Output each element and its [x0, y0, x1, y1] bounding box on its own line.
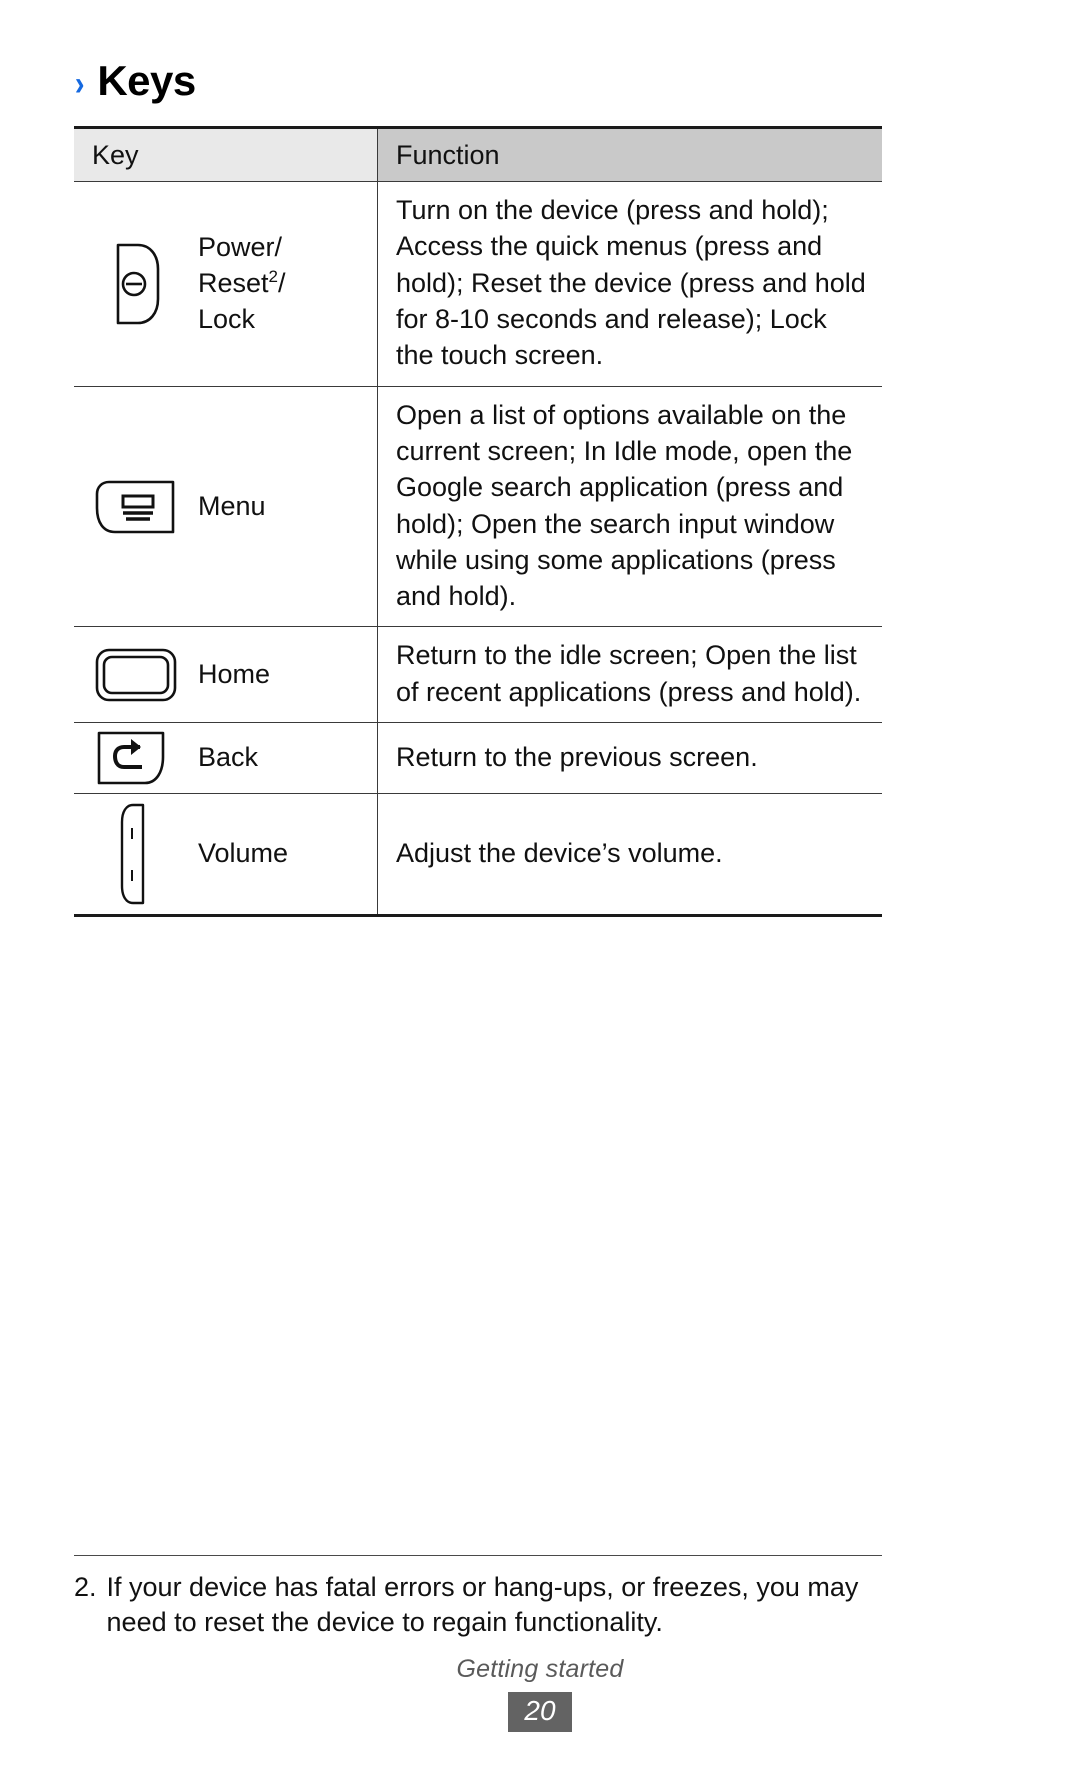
function-cell: Return to the idle screen; Open the list… [377, 626, 882, 724]
function-cell: Return to the previous screen. [377, 722, 882, 795]
key-label: Home [198, 658, 271, 689]
footnote-number: 2. [74, 1572, 97, 1602]
key-label: Volume [198, 838, 289, 869]
function-cell: Adjust the device’s volume. [377, 793, 882, 918]
key-label: Back [198, 742, 259, 773]
key-cell: Menu [74, 386, 378, 628]
home-key-icon [74, 646, 198, 704]
back-key-icon [74, 729, 198, 787]
chevron-right-icon: › [74, 65, 85, 103]
column-header-function: Function [377, 126, 882, 182]
page-footer: Getting started 20 [0, 1655, 1080, 1733]
key-label-line2: Reset [198, 267, 269, 298]
keys-table: Key Function Power/ Reset2/ Lock Turn on… [74, 126, 882, 918]
table-header-row: Key Function [74, 126, 882, 182]
key-cell: Back [74, 722, 378, 795]
key-label: Menu [198, 490, 266, 521]
footer-section-title: Getting started [456, 1655, 624, 1683]
key-cell: Power/ Reset2/ Lock [74, 181, 378, 387]
column-header-key: Key [74, 126, 378, 182]
volume-key-icon [74, 802, 198, 906]
table-row: Power/ Reset2/ Lock Turn on the device (… [74, 181, 882, 387]
function-cell: Open a list of options available on the … [377, 386, 882, 628]
footnote: 2. If your device has fatal errors or ha… [74, 1570, 894, 1640]
key-label-line3: Lock [198, 303, 256, 334]
page-title: Keys [97, 57, 196, 104]
key-cell: Home [74, 626, 378, 724]
menu-key-icon [74, 478, 198, 536]
footnote-divider [74, 1555, 882, 1556]
document-page: › Keys Key Function Power/ Reset2/ Lock … [0, 0, 1080, 1771]
key-label: Power/ Reset2/ Lock [198, 230, 286, 338]
footnote-text: If your device has fatal errors or hang-… [106, 1572, 859, 1638]
page-heading: › Keys [74, 60, 196, 102]
table-row: Volume Adjust the device’s volume. [74, 793, 882, 918]
key-label-footnote-marker: 2 [268, 266, 279, 286]
table-row: Back Return to the previous screen. [74, 722, 882, 795]
page-number-badge: 20 [508, 1692, 572, 1733]
table-row: Home Return to the idle screen; Open the… [74, 626, 882, 724]
key-cell: Volume [74, 793, 378, 918]
key-label-line1: Power/ [198, 231, 283, 262]
function-cell: Turn on the device (press and hold); Acc… [377, 181, 882, 387]
power-key-icon [74, 241, 198, 327]
table-row: Menu Open a list of options available on… [74, 386, 882, 628]
key-label-line2-suffix: / [278, 267, 286, 298]
